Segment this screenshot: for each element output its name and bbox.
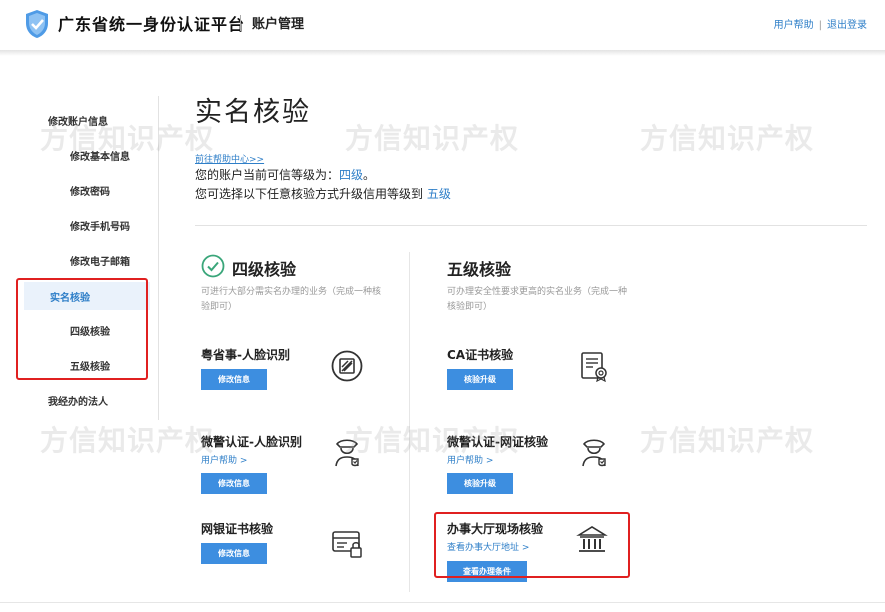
- sidebar-highlight-box: [16, 278, 148, 380]
- sidebar-item-legal-person[interactable]: 我经办的法人: [48, 393, 108, 408]
- level-prefix: 您的账户当前可信等级为：: [195, 168, 340, 182]
- level5-heading: 五级核验: [447, 260, 512, 279]
- hall-highlight-box: [434, 512, 630, 578]
- weijing-netcert-upgrade-button[interactable]: 核验升级: [447, 473, 513, 494]
- platform-name: 广东省统一身份认证平台: [58, 15, 246, 34]
- bank-cert-modify-button[interactable]: 修改信息: [201, 543, 267, 564]
- upgrade-value: 五级: [426, 187, 451, 201]
- watermark: 方信知识产权: [640, 122, 815, 155]
- header-links: 用户帮助 | 退出登录: [774, 16, 867, 31]
- certificate-icon: [581, 352, 607, 382]
- level-value: 四级: [339, 168, 364, 182]
- check-circle-icon: [201, 254, 225, 278]
- watermark: 方信知识产权: [345, 122, 520, 155]
- shield-logo-icon: [26, 10, 48, 38]
- sidebar-item-password[interactable]: 修改密码: [70, 183, 110, 198]
- ca-cert-upgrade-button[interactable]: 核验升级: [447, 369, 513, 390]
- top-header: 广东省统一身份认证平台 账户管理 用户帮助 | 退出登录: [0, 0, 885, 46]
- footer-divider: [0, 602, 885, 603]
- header-divider: [240, 15, 241, 31]
- yueshengshi-icon: [331, 350, 363, 382]
- sidebar-item-account-info[interactable]: 修改账户信息: [48, 113, 108, 128]
- upgrade-text: 您可选择以下任意核验方式升级信用等级到 五级: [195, 185, 451, 202]
- bank-card-lock-icon: [332, 531, 362, 558]
- level-suffix: 。: [363, 168, 376, 182]
- link-separator: |: [818, 20, 822, 31]
- watermark: 方信知识产权: [40, 424, 215, 457]
- sidebar-item-phone[interactable]: 修改手机号码: [70, 218, 130, 233]
- weijing-face-title: 微警认证-人脸识别: [201, 435, 302, 449]
- ca-cert-title: CA证书核验: [447, 348, 514, 362]
- level4-desc: 可进行大部分需实名办理的业务（完成一种核验即可）: [201, 287, 382, 312]
- page-title: 实名核验: [195, 97, 311, 128]
- weijing-netcert-help-link[interactable]: 用户帮助 >: [447, 453, 493, 466]
- police-officer-icon: [582, 439, 606, 467]
- police-officer-icon: [335, 439, 359, 467]
- weijing-face-modify-button[interactable]: 修改信息: [201, 473, 267, 494]
- upgrade-prefix: 您可选择以下任意核验方式升级信用等级到: [195, 187, 427, 201]
- help-center-link[interactable]: 前往帮助中心>>: [195, 152, 264, 165]
- sidebar-divider: [158, 96, 159, 420]
- level5-desc: 可办理安全性要求更高的实名业务（完成一种核验即可）: [447, 287, 628, 312]
- bank-cert-title: 网银证书核验: [201, 522, 274, 536]
- user-help-link[interactable]: 用户帮助: [774, 20, 814, 31]
- main-divider: [195, 225, 867, 226]
- sidebar-item-email[interactable]: 修改电子邮箱: [70, 253, 130, 268]
- yueshengshi-modify-button[interactable]: 修改信息: [201, 369, 267, 390]
- current-level-text: 您的账户当前可信等级为：四级。: [195, 166, 375, 183]
- section-name: 账户管理: [252, 17, 305, 32]
- column-divider: [409, 252, 410, 592]
- watermark: 方信知识产权: [640, 424, 815, 457]
- yueshengshi-title: 粤省事-人脸识别: [201, 348, 290, 362]
- sidebar-item-basic-info[interactable]: 修改基本信息: [70, 148, 130, 163]
- weijing-netcert-title: 微警认证-网证核验: [447, 435, 548, 449]
- logout-link[interactable]: 退出登录: [827, 20, 867, 31]
- level4-heading: 四级核验: [232, 260, 297, 279]
- header-shadow: [0, 50, 885, 56]
- weijing-face-help-link[interactable]: 用户帮助 >: [201, 453, 247, 466]
